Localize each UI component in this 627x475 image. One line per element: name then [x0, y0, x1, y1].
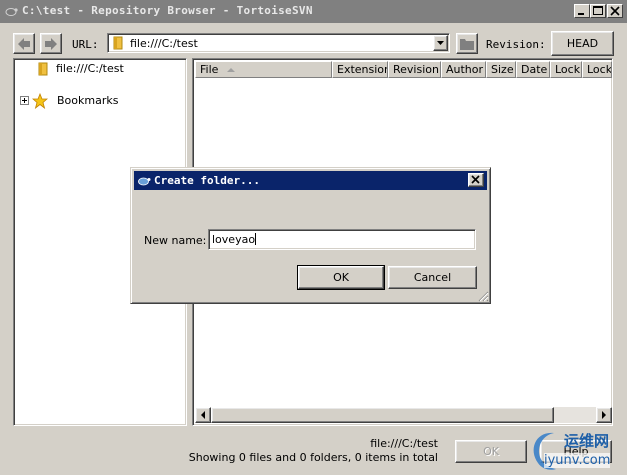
revision-folder-icon	[460, 39, 474, 50]
scroll-left-button[interactable]	[195, 407, 211, 423]
arrow-back-icon	[18, 38, 30, 50]
create-folder-dialog[interactable]: Create folder... New name: loveyao OK Ca…	[130, 167, 491, 304]
url-dropdown-button[interactable]	[433, 35, 448, 51]
url-label: URL:	[72, 38, 99, 51]
dialog-ok-button[interactable]: OK	[297, 265, 385, 290]
close-button[interactable]	[607, 4, 623, 18]
text-caret	[255, 233, 257, 245]
minimize-button[interactable]	[574, 4, 590, 18]
window-title-bar[interactable]: C:\test - Repository Browser - TortoiseS…	[0, 0, 627, 23]
column-header-extension[interactable]: Extension	[332, 61, 388, 78]
horizontal-scrollbar[interactable]	[195, 407, 612, 423]
window-title: C:\test - Repository Browser - TortoiseS…	[22, 4, 313, 17]
close-icon	[471, 175, 480, 184]
tortoise-app-icon	[5, 8, 18, 16]
dialog-cancel-button[interactable]: Cancel	[388, 266, 477, 289]
status-summary: Showing 0 files and 0 folders, 0 items i…	[188, 451, 438, 464]
revision-picker-button[interactable]	[456, 33, 478, 54]
forward-button[interactable]	[40, 33, 62, 54]
star-icon	[32, 93, 48, 109]
arrow-left-icon	[201, 411, 205, 419]
dialog-title-bar[interactable]: Create folder...	[134, 171, 487, 190]
head-revision-button[interactable]: HEAD	[551, 31, 614, 56]
dialog-close-button[interactable]	[468, 173, 484, 187]
column-header-lock-2[interactable]: Lock	[582, 61, 612, 78]
column-header-size[interactable]: Size	[486, 61, 516, 78]
tortoise-app-icon	[138, 177, 151, 186]
folder-icon	[113, 36, 123, 50]
column-header-label: File	[200, 63, 219, 76]
tree-item-label: Bookmarks	[57, 94, 119, 107]
status-url: file:///C:/test	[370, 437, 438, 450]
sort-up-icon	[227, 68, 235, 72]
scroll-right-button[interactable]	[596, 407, 612, 423]
folder-icon	[38, 62, 48, 76]
column-header-author[interactable]: Author	[441, 61, 486, 78]
chevron-down-icon	[437, 41, 444, 45]
dialog-title: Create folder...	[154, 174, 260, 187]
arrow-right-icon	[602, 411, 606, 419]
column-header-file[interactable]: File	[195, 61, 332, 78]
watermark-url: iyunv.com	[544, 453, 611, 468]
tree-item-label: file:///C:/test	[56, 62, 124, 75]
url-value: file:///C:/test	[130, 37, 198, 50]
watermark-cn: 运维网	[564, 432, 610, 450]
watermark-logo: 运维网 iyunv.com	[522, 425, 627, 475]
resize-grip-icon[interactable]	[477, 290, 489, 302]
arrow-forward-icon	[45, 38, 57, 50]
new-name-input[interactable]: loveyao	[208, 229, 476, 250]
column-header-revision[interactable]: Revision	[388, 61, 441, 78]
expand-plus-icon[interactable]	[20, 96, 29, 105]
back-button[interactable]	[13, 33, 35, 54]
scroll-thumb[interactable]	[211, 407, 554, 423]
new-name-value: loveyao	[212, 233, 256, 246]
maximize-button[interactable]	[590, 4, 606, 18]
url-combobox[interactable]: file:///C:/test	[107, 33, 450, 53]
column-header-date[interactable]: Date	[516, 61, 550, 78]
revision-label: Revision:	[486, 38, 546, 51]
new-name-label: New name:	[144, 234, 207, 247]
ok-button[interactable]: OK	[455, 440, 527, 463]
column-header-lock[interactable]: Lock	[550, 61, 582, 78]
